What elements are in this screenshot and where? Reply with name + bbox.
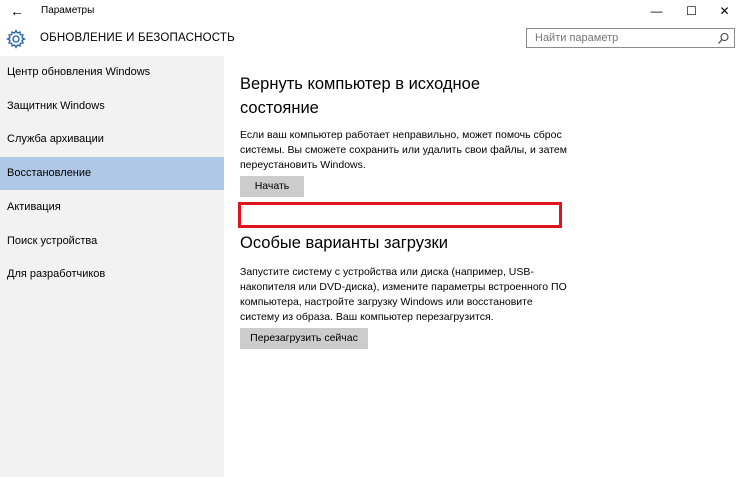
title-bar: ← Параметры — ☐ ✕ <box>0 0 741 22</box>
section-title: ОБНОВЛЕНИЕ И БЕЗОПАСНОСТЬ <box>40 32 235 44</box>
gear-icon <box>6 29 26 49</box>
sidebar: Центр обновления Windows Защитник Window… <box>0 56 224 477</box>
main-content: Вернуть компьютер в исходное состояние Е… <box>224 56 741 477</box>
search-icon[interactable] <box>717 32 730 45</box>
search-box[interactable] <box>526 28 735 48</box>
minimize-button[interactable]: — <box>640 0 673 22</box>
reset-title: Вернуть компьютер в исходное состояние <box>240 75 481 117</box>
sidebar-item-find-device[interactable]: Поиск устройства <box>0 225 224 258</box>
sidebar-item-windows-update[interactable]: Центр обновления Windows <box>0 56 224 89</box>
close-button[interactable]: ✕ <box>708 0 741 22</box>
start-button[interactable]: Начать <box>240 176 304 197</box>
page-header: ОБНОВЛЕНИЕ И БЕЗОПАСНОСТЬ <box>0 22 741 56</box>
search-input[interactable] <box>535 32 705 44</box>
highlight-box <box>238 202 562 228</box>
app-title: Параметры <box>41 5 95 16</box>
advanced-startup-description: Запустите систему с устройства или диска… <box>240 266 567 323</box>
restart-now-button[interactable]: Перезагрузить сейчас <box>240 328 368 349</box>
advanced-startup-title: Особые варианты загрузки <box>240 234 448 252</box>
sidebar-item-developers[interactable]: Для разработчиков <box>0 258 224 291</box>
sidebar-item-backup[interactable]: Служба архивации <box>0 123 224 156</box>
reset-description: Если ваш компьютер работает неправильно,… <box>240 129 567 171</box>
back-button[interactable]: ← <box>6 2 28 20</box>
sidebar-item-recovery[interactable]: Восстановление <box>0 157 224 190</box>
sidebar-item-activation[interactable]: Активация <box>0 191 224 224</box>
maximize-button[interactable]: ☐ <box>675 0 708 22</box>
sidebar-item-windows-defender[interactable]: Защитник Windows <box>0 90 224 123</box>
